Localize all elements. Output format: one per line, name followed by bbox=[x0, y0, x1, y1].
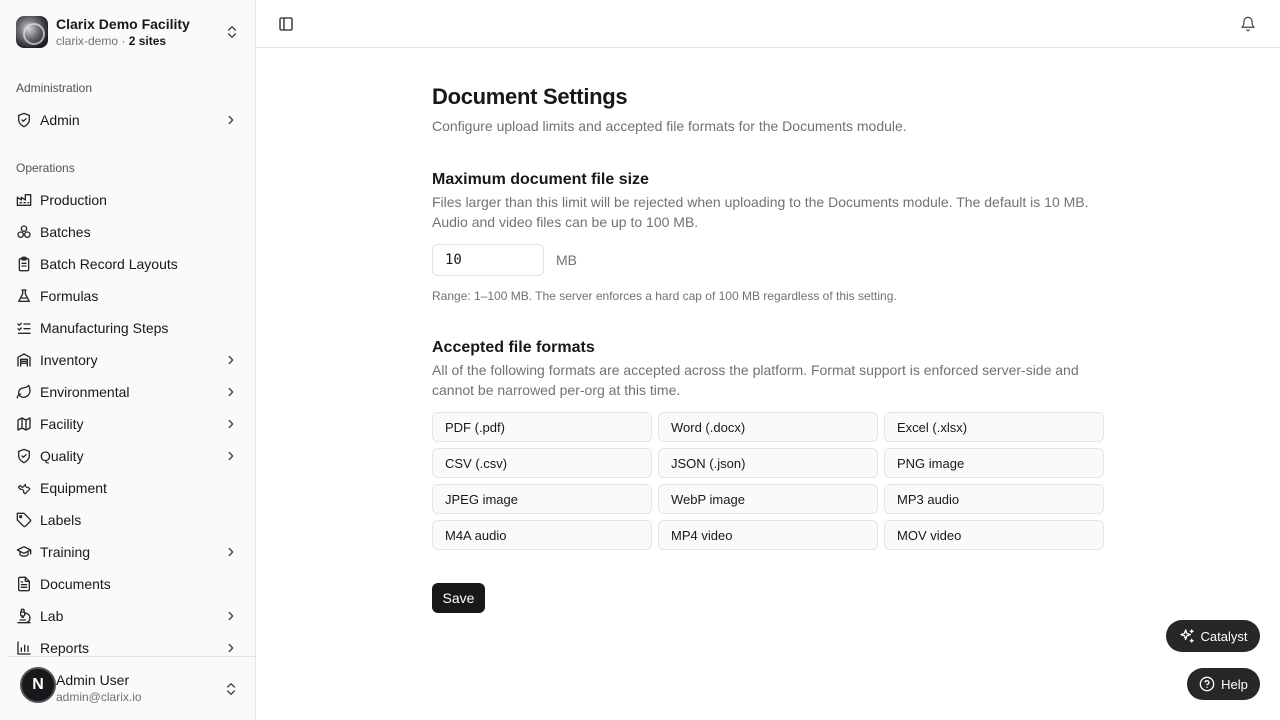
sidebar-item-manufacturing-steps[interactable]: Manufacturing Steps bbox=[8, 314, 248, 342]
org-slug: clarix-demo bbox=[56, 33, 119, 48]
chevron-right-icon bbox=[228, 547, 234, 557]
tag-icon bbox=[16, 512, 32, 528]
sidebar-item-equipment[interactable]: Equipment bbox=[8, 474, 248, 502]
clipboard-list-icon bbox=[18, 256, 30, 272]
chevron-right-icon bbox=[228, 451, 234, 461]
format-chip: Excel (.xlsx) bbox=[884, 412, 1104, 442]
save-button[interactable]: Save bbox=[432, 583, 485, 613]
chevrons-up-down-icon bbox=[227, 683, 235, 695]
warehouse-icon bbox=[17, 353, 31, 367]
top-header bbox=[256, 0, 1280, 48]
catalyst-button[interactable]: Catalyst bbox=[1166, 620, 1260, 652]
format-chip: JSON (.json) bbox=[658, 448, 878, 478]
user-name: Admin User bbox=[56, 672, 130, 688]
avatar: N bbox=[20, 667, 56, 703]
map-icon bbox=[17, 417, 31, 431]
size-hint: Range: 1–100 MB. The server enforces a h… bbox=[432, 289, 897, 303]
user-email: admin@clarix.io bbox=[56, 690, 142, 704]
chevron-right-icon bbox=[228, 355, 234, 365]
chevron-right-icon bbox=[228, 387, 234, 397]
shield-check-icon bbox=[18, 112, 30, 128]
chevrons-up-down-icon bbox=[228, 26, 236, 38]
sidebar-item-documents[interactable]: Documents bbox=[8, 570, 248, 598]
formats-section-description: All of the following formats are accepte… bbox=[432, 362, 1079, 398]
format-chip: Word (.docx) bbox=[658, 412, 878, 442]
bell-icon[interactable] bbox=[1240, 16, 1256, 32]
sidebar: Clarix Demo Facility clarix-demo · 2 sit… bbox=[0, 0, 256, 720]
chevron-right-icon bbox=[228, 419, 234, 429]
formats-section-title: Accepted file formats bbox=[432, 339, 595, 356]
list-checks-icon bbox=[17, 322, 31, 334]
format-list: PDF (.pdf) Word (.docx) Excel (.xlsx) CS… bbox=[432, 412, 1104, 550]
microscope-icon bbox=[17, 608, 31, 624]
help-circle-icon bbox=[1199, 676, 1215, 692]
sidebar-item-facility[interactable]: Facility bbox=[8, 410, 248, 438]
chevron-right-icon bbox=[228, 643, 234, 653]
sidebar-item-inventory[interactable]: Inventory bbox=[8, 346, 248, 374]
sparkles-icon bbox=[1179, 629, 1194, 643]
size-unit: MB bbox=[556, 252, 577, 268]
boxes-icon bbox=[17, 225, 31, 238]
shield-check-icon bbox=[18, 448, 30, 464]
org-sites: 2 sites bbox=[128, 33, 167, 48]
format-chip: PNG image bbox=[884, 448, 1104, 478]
max-file-size-input[interactable] bbox=[432, 244, 544, 276]
page-title: Document Settings bbox=[432, 84, 628, 109]
leaf-icon bbox=[16, 384, 31, 399]
size-section-title: Maximum document file size bbox=[432, 171, 649, 188]
sidebar-item-formulas[interactable]: Formulas bbox=[8, 282, 248, 310]
file-text-icon bbox=[18, 576, 30, 592]
format-chip: PDF (.pdf) bbox=[432, 412, 652, 442]
sidebar-toggle-icon[interactable] bbox=[278, 16, 294, 32]
format-chip: M4A audio bbox=[432, 520, 652, 550]
factory-icon bbox=[16, 194, 32, 206]
sidebar-item-environmental[interactable]: Environmental bbox=[8, 378, 248, 406]
format-chip: MP3 audio bbox=[884, 484, 1104, 514]
graduation-cap-icon bbox=[16, 546, 32, 557]
chevron-right-icon bbox=[228, 611, 234, 621]
format-chip: WebP image bbox=[658, 484, 878, 514]
sidebar-item-training[interactable]: Training bbox=[8, 538, 248, 566]
user-menu[interactable]: N Admin User admin@clarix.io bbox=[8, 656, 256, 720]
format-chip: MOV video bbox=[884, 520, 1104, 550]
org-switcher[interactable]: Clarix Demo Facility clarix-demo · 2 sit… bbox=[16, 16, 248, 48]
format-chip: MP4 video bbox=[658, 520, 878, 550]
group-label-operations: Operations bbox=[16, 161, 75, 175]
sidebar-item-production[interactable]: Production bbox=[8, 186, 248, 214]
bar-chart-icon bbox=[17, 641, 31, 655]
org-logo bbox=[16, 16, 48, 48]
page-description: Configure upload limits and accepted fil… bbox=[432, 118, 907, 134]
org-name: Clarix Demo Facility bbox=[56, 15, 190, 32]
size-section-description: Files larger than this limit will be rej… bbox=[432, 194, 1089, 230]
sidebar-item-batches[interactable]: Batches bbox=[8, 218, 248, 246]
format-chip: JPEG image bbox=[432, 484, 652, 514]
sidebar-item-labels[interactable]: Labels bbox=[8, 506, 248, 534]
sidebar-item-batch-record-layouts[interactable]: Batch Record Layouts bbox=[8, 250, 248, 278]
sidebar-item-admin[interactable]: Admin bbox=[8, 106, 248, 134]
group-label-administration: Administration bbox=[16, 81, 93, 95]
chevron-right-icon bbox=[228, 115, 234, 125]
format-chip: CSV (.csv) bbox=[432, 448, 652, 478]
sidebar-item-lab[interactable]: Lab bbox=[8, 602, 248, 630]
wrench-icon bbox=[17, 483, 31, 495]
flask-icon bbox=[18, 289, 30, 302]
help-button[interactable]: Help bbox=[1187, 668, 1260, 700]
sidebar-item-quality[interactable]: Quality bbox=[8, 442, 248, 470]
